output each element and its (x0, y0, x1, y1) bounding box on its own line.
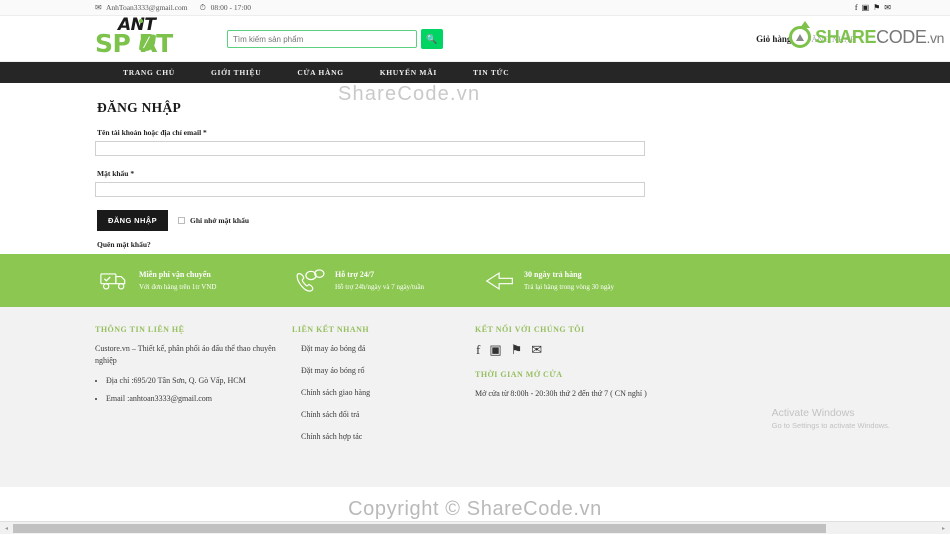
feature-subtitle: Trả lại hàng trong vòng 30 ngày (524, 282, 614, 291)
feature-title: 30 ngày trả hàng (524, 269, 582, 279)
footer-hours-text: Mở cửa từ 8:00h - 20:30h thứ 2 đến thứ 7… (475, 389, 647, 398)
scrollbar-thumb[interactable] (13, 523, 827, 533)
activate-windows-title: Activate Windows (771, 407, 855, 419)
list-item[interactable]: Chính sách giao hàng (292, 387, 475, 399)
twitter-icon[interactable]: ⚑ (873, 4, 880, 12)
search-icon: 🔍 (426, 33, 438, 44)
sharecode-share-text: SHARE (815, 26, 877, 47)
login-section: ShareCode.vn ĐĂNG NHẬP Tên tài khoản hoặ… (95, 83, 855, 254)
list-item[interactable]: Chính sách hợp tác (292, 431, 475, 443)
footer-hours-heading: THỜI GIAN MỞ CỬA (475, 370, 563, 379)
list-item[interactable]: Đặt may áo bóng đá (292, 343, 475, 355)
footer-quicklinks-heading: LIÊN KẾT NHANH (292, 325, 370, 334)
activate-windows-watermark: Activate Windows Go to Settings to activ… (772, 407, 890, 431)
footer-social-group: f ▣ ⚑ ✉ (475, 343, 695, 356)
truck-icon (100, 268, 130, 294)
cart-link[interactable]: Giỏ hàng (756, 34, 791, 44)
facebook-icon[interactable]: f (855, 4, 858, 12)
horizontal-scrollbar[interactable]: ◂ ▸ (0, 521, 950, 534)
sharecode-wordmark: SHARECODE.vn (815, 27, 944, 48)
list-item: Email :anhtoan3333@gmail.com (106, 393, 292, 405)
remember-me-checkbox[interactable] (178, 217, 186, 224)
footer-contact-list: Địa chỉ :695/20 Tân Sơn, Q. Gò Vấp, HCM … (95, 375, 292, 405)
footer-connect-heading: KẾT NỐI VỚI CHÚNG TÔI (475, 325, 585, 334)
site-header: ANT SP RT 🔍 Giỏ hàng ĐĂNG NHẬP SHA (0, 16, 950, 62)
sharecode-code-text: CODE (876, 26, 927, 47)
list-item[interactable]: Đặt may áo bóng rổ (292, 365, 475, 377)
facebook-icon[interactable]: f (476, 343, 480, 356)
username-label: Tên tài khoản hoặc địa chỉ email * (97, 128, 207, 137)
topbar-hours-text: 08:00 - 17:00 (210, 3, 251, 12)
sharecode-vn-text: .vn (926, 29, 945, 46)
list-item: Địa chỉ :695/20 Tân Sơn, Q. Gò Vấp, HCM (106, 375, 292, 387)
scroll-left-arrow-icon[interactable]: ◂ (0, 522, 13, 535)
top-bar: ✉ AnhToan3333@gmail.com ⏱ 08:00 - 17:00 … (0, 0, 950, 16)
instagram-icon[interactable]: ▣ (862, 4, 870, 12)
remember-me-label: Ghi nhớ mật khẩu (190, 216, 249, 225)
feature-support: Hỗ trợ 24/7 Hỗ trợ 24h/ngày và 7 ngày/tu… (283, 268, 473, 294)
features-bar: Miễn phí vận chuyển Với đơn hàng trên 1t… (0, 254, 950, 307)
forgot-password-link[interactable]: Quên mật khẩu? (97, 240, 855, 249)
password-input[interactable] (95, 182, 645, 197)
search-button[interactable]: 🔍 (421, 29, 443, 49)
return-arrow-icon (485, 268, 515, 294)
login-submit-button[interactable]: ĐĂNG NHẬP (97, 210, 169, 231)
twitter-icon[interactable]: ⚑ (511, 343, 523, 356)
email-icon[interactable]: ✉ (531, 343, 542, 356)
feature-title: Miễn phí vận chuyển (139, 269, 211, 279)
feature-returns: 30 ngày trả hàng Trả lại hàng trong vòng… (473, 268, 614, 294)
nav-item-promotions[interactable]: KHUYẾN MÃI (362, 68, 455, 77)
support-phone-icon (296, 268, 326, 294)
center-watermark: ShareCode.vn (338, 83, 481, 105)
activate-windows-subtitle: Go to Settings to activate Windows. (771, 421, 890, 430)
footer-contact-heading: THÔNG TIN LIÊN HỆ (95, 325, 185, 334)
instagram-icon[interactable]: ▣ (489, 343, 501, 356)
sharecode-watermark-logo: SHARECODE.vn (789, 21, 944, 48)
login-actions-row: ĐĂNG NHẬP Ghi nhớ mật khẩu (97, 210, 855, 231)
email-icon[interactable]: ✉ (884, 4, 891, 12)
scroll-right-arrow-icon[interactable]: ▸ (937, 522, 950, 535)
list-item[interactable]: Chính sách đổi trả (292, 409, 475, 421)
feature-title: Hỗ trợ 24/7 (335, 269, 375, 279)
nav-item-home[interactable]: TRANG CHỦ (105, 68, 193, 77)
clock-icon: ⏱ (199, 2, 206, 12)
logo-leaf-dot-icon (139, 19, 143, 23)
feature-subtitle: Hỗ trợ 24h/ngày và 7 ngày/tuần (335, 282, 425, 291)
footer-contact-column: THÔNG TIN LIÊN HỆ Custore.vn – Thiết kế,… (95, 325, 292, 453)
nav-item-shop[interactable]: CỬA HÀNG (279, 68, 361, 77)
feature-subtitle: Với đơn hàng trên 1tr VND (139, 282, 217, 291)
triangle-glyph-icon (796, 33, 805, 41)
site-footer: THÔNG TIN LIÊN HỆ Custore.vn – Thiết kế,… (0, 307, 950, 487)
footer-quicklinks-column: LIÊN KẾT NHANH Đặt may áo bóng đá Đặt ma… (292, 325, 475, 453)
username-input[interactable] (95, 141, 645, 156)
topbar-contact-group: ✉ AnhToan3333@gmail.com ⏱ 08:00 - 17:00 (95, 3, 251, 12)
recycle-badge-icon (789, 21, 812, 48)
password-label: Mật khẩu * (97, 169, 135, 178)
footer-contact-description: Custore.vn – Thiết kế, phân phối áo đấu … (95, 344, 276, 365)
search-area: 🔍 (227, 29, 443, 49)
site-logo[interactable]: ANT SP RT (95, 17, 191, 59)
topbar-email[interactable]: ✉ AnhToan3333@gmail.com (95, 3, 188, 12)
page-root: ✉ AnhToan3333@gmail.com ⏱ 08:00 - 17:00 … (0, 0, 950, 534)
nav-item-about[interactable]: GIỚI THIỆU (193, 68, 279, 77)
footer-connect-column: KẾT NỐI VỚI CHÚNG TÔI f ▣ ⚑ ✉ THỜI GIAN … (475, 325, 695, 453)
main-navigation: TRANG CHỦ GIỚI THIỆU CỬA HÀNG KHUYẾN MÃI… (0, 62, 950, 83)
feature-free-shipping: Miễn phí vận chuyển Với đơn hàng trên 1t… (95, 268, 283, 294)
search-input[interactable] (227, 30, 417, 48)
remember-me-group[interactable]: Ghi nhớ mật khẩu (178, 216, 249, 225)
envelope-icon: ✉ (95, 2, 102, 12)
logo-sport-text: SP RT (95, 29, 173, 58)
scrollbar-track[interactable] (13, 522, 937, 535)
topbar-hours: ⏱ 08:00 - 17:00 (200, 3, 251, 12)
topbar-email-text: AnhToan3333@gmail.com (106, 3, 188, 12)
copyright-text: Copyright © ShareCode.vn (348, 498, 602, 520)
topbar-social-group: f ▣ ⚑ ✉ (855, 4, 891, 12)
nav-item-news[interactable]: TIN TỨC (455, 68, 527, 77)
